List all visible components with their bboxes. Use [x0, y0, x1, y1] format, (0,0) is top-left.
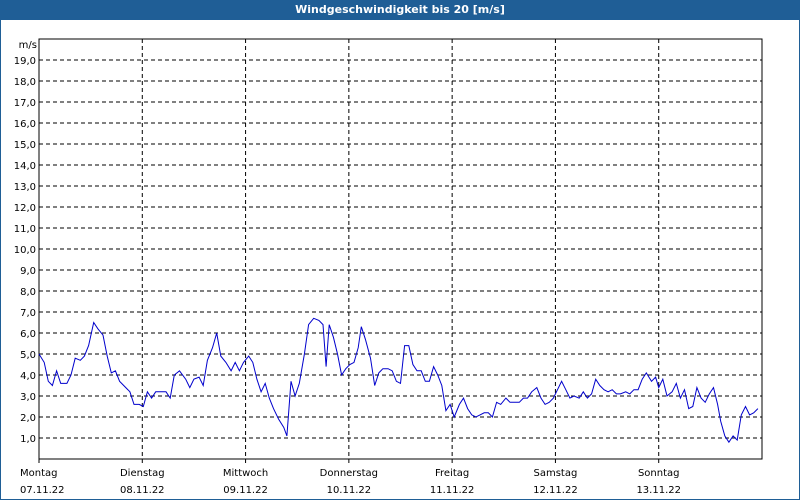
y-tick-label: 15,0 — [14, 140, 36, 151]
y-tick-label: 19,0 — [14, 56, 36, 67]
y-tick-label: 4,0 — [20, 371, 36, 382]
x-tick-day: Dienstag — [120, 468, 165, 479]
x-tick-date: 07.11.22 — [20, 485, 65, 496]
x-tick-day: Donnerstag — [320, 468, 378, 479]
y-tick-label: 7,0 — [20, 308, 36, 319]
x-tick-date: 12.11.22 — [533, 485, 578, 496]
y-tick-label: 1,0 — [20, 434, 36, 445]
y-tick-label: 6,0 — [20, 329, 36, 340]
x-tick-date: 11.11.22 — [430, 485, 475, 496]
x-tick-date: 13.11.22 — [636, 485, 681, 496]
y-axis-unit: m/s — [19, 40, 37, 51]
y-tick-label: 12,0 — [14, 203, 36, 214]
x-tick-day: Sonntag — [638, 468, 680, 479]
y-tick-label: 10,0 — [14, 245, 36, 256]
y-axis: 1,0 2,0 3,0 4,0 5,0 6,0 7,0 8,0 9,0 10,0 11,0 12,0 1… — [14, 56, 36, 445]
x-axis: Montag 07.11.22 Dienstag 08.11.22 Mittwoch 09… — [20, 459, 681, 496]
y-tick-label: 16,0 — [14, 119, 36, 130]
wind-speed-chart: 1,0 2,0 3,0 4,0 5,0 6,0 7,0 8,0 9,0 10,0 11,0 12,0 1… — [14, 38, 763, 496]
y-tick-label: 17,0 — [14, 98, 36, 109]
x-tick-day: Mittwoch — [223, 468, 268, 479]
y-tick-label: 3,0 — [20, 392, 36, 403]
y-tick-label: 14,0 — [14, 161, 36, 172]
y-tick-label: 13,0 — [14, 182, 36, 193]
x-tick-day: Freitag — [435, 468, 469, 479]
y-tick-label: 18,0 — [14, 77, 36, 88]
y-tick-label: 9,0 — [20, 266, 36, 277]
x-tick-day: Montag — [20, 468, 57, 479]
y-tick-label: 5,0 — [20, 350, 36, 361]
x-tick-date: 09.11.22 — [223, 485, 268, 496]
x-tick-day: Samstag — [534, 468, 578, 479]
x-tick-date: 08.11.22 — [120, 485, 165, 496]
x-tick-date: 10.11.22 — [327, 485, 372, 496]
y-tick-label: 8,0 — [20, 287, 36, 298]
y-tick-label: 11,0 — [14, 224, 36, 235]
y-tick-label: 2,0 — [20, 413, 36, 424]
